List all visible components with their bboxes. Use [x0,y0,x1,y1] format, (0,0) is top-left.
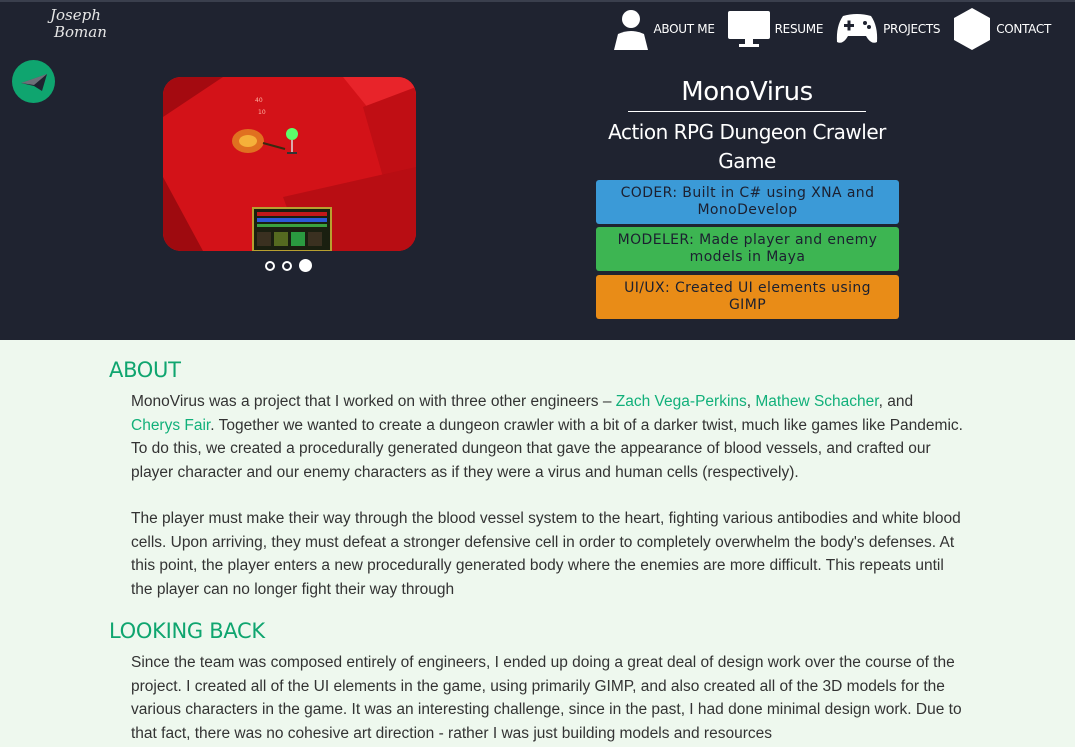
nav-resume[interactable]: RESUME [727,9,823,49]
looking-back-heading: LOOKING BACK [109,619,265,643]
project-content: ABOUT MonoVirus was a project that I wor… [0,340,1075,747]
nav-label: ABOUT ME [653,22,715,36]
site-logo[interactable]: Joseph Boman [50,7,107,41]
damage-number: 40 [255,97,263,104]
nav-contact[interactable]: CONTACT [952,7,1051,51]
carousel-dots [265,259,312,272]
back-button[interactable] [12,60,55,103]
logo-line-2: Boman [54,23,107,41]
nav-label: PROJECTS [883,22,941,36]
carousel-dot-active[interactable] [299,259,312,272]
project-title: MonoVirus [628,77,866,112]
monitor-icon [727,11,770,47]
project-screenshot: 40 10 [163,77,416,251]
person-icon [613,10,648,50]
paper-plane-icon [20,73,47,91]
gamepad-icon [836,14,878,43]
carousel-dot[interactable] [265,260,275,271]
game-hud [252,207,332,251]
top-navbar: Joseph Boman ABOUT ME RESUME PROJECTS CO… [0,0,1075,52]
nav-label: RESUME [774,22,824,36]
nav-label: CONTACT [996,22,1051,36]
link-mathew[interactable]: Mathew Schacher [755,393,878,410]
carousel-dot[interactable] [282,260,292,271]
role-badge-ui: UI/UX: Created UI elements using GIMP [596,275,899,319]
about-paragraph-1: MonoVirus was a project that I worked on… [131,390,966,484]
role-badge-modeler: MODELER: Made player and enemy models in… [596,227,899,271]
nav-projects[interactable]: PROJECTS [835,12,940,46]
damage-number: 10 [258,109,266,116]
link-zach[interactable]: Zach Vega-Perkins [616,393,747,410]
project-hero: 40 10 MonoVirus Action RPG Dungeon Crawl… [0,52,1075,340]
text: . Together we wanted to create a dungeon… [131,416,963,481]
logo-line-1: Joseph [50,6,101,24]
nav-about-me[interactable]: ABOUT ME [612,8,715,50]
main-nav: ABOUT ME RESUME PROJECTS CONTACT [612,6,1051,52]
looking-back-paragraph: Since the team was composed entirely of … [131,654,962,742]
link-cherys[interactable]: Cherys Fair [131,417,210,434]
text: , and [878,393,914,410]
hexagon-icon [954,8,991,50]
project-subtitle: Action RPG Dungeon Crawler Game [608,120,886,173]
text: MonoVirus was a project that I worked on… [131,393,616,410]
about-heading: ABOUT [109,358,181,382]
role-badge-coder: CODER: Built in C# using XNA and MonoDev… [596,180,899,224]
about-paragraph-2: The player must make their way through t… [131,510,961,598]
